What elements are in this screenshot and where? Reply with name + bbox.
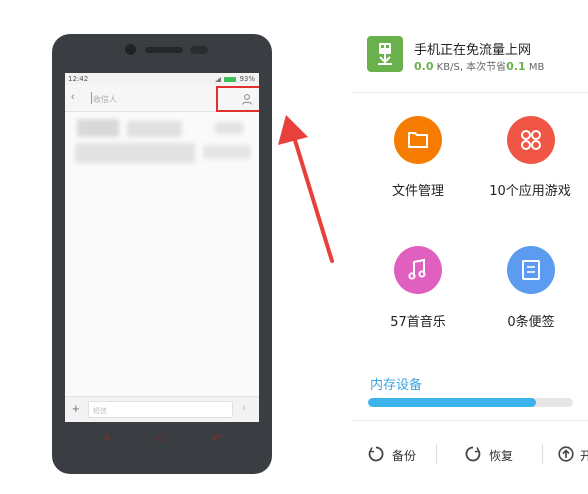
restore-icon[interactable] (465, 446, 481, 462)
connection-title: 手机正在免流量上网 (414, 43, 532, 58)
separator (436, 444, 437, 464)
home-key-icon[interactable]: ⌂ (157, 432, 164, 444)
file-manager-label: 文件管理 (391, 184, 444, 199)
divider (352, 92, 588, 93)
backup-button[interactable]: 备份 (392, 447, 416, 464)
upload-button[interactable]: 开 (580, 447, 588, 464)
send-arrow-icon[interactable]: › (242, 402, 246, 414)
status-bar: 12:42 93% (65, 73, 259, 85)
restore-button[interactable]: 恢复 (489, 447, 513, 464)
storage-progress-fill (368, 398, 537, 407)
sms-input[interactable]: 短信 (88, 401, 233, 418)
battery-icon (224, 76, 237, 82)
divider (352, 420, 588, 421)
menu-key-icon[interactable]: ≡ (104, 432, 110, 444)
connection-stats: 0.0 KB/S, 本次节省0.1 MB (414, 58, 544, 73)
apps-games-button[interactable] (507, 116, 555, 164)
separator (542, 444, 543, 464)
music-label: 57首音乐 (390, 315, 446, 330)
note-icon (522, 260, 540, 280)
notes-label: 0条便签 (507, 315, 555, 330)
music-note-icon (408, 258, 426, 280)
blurred-contact (127, 121, 182, 137)
file-manager-button[interactable] (394, 116, 442, 164)
music-button[interactable] (394, 246, 442, 294)
usb-drive-icon (367, 36, 403, 72)
blurred-contact (203, 145, 251, 159)
blurred-contact (75, 143, 195, 163)
phone-screen: 12:42 93% ‹ 收信人 + 短信 › (65, 73, 259, 422)
status-time: 12:42 (68, 75, 89, 83)
notes-button[interactable] (507, 246, 555, 294)
recipient-input[interactable]: 收信人 (93, 94, 117, 105)
blurred-contact (215, 122, 243, 134)
blurred-contact (77, 119, 119, 137)
storage-progress-bar (368, 398, 573, 407)
upload-icon[interactable] (558, 446, 574, 462)
apps-games-label: 10个应用游戏 (489, 184, 571, 199)
battery-percent: 93% (239, 75, 255, 83)
phone-speaker (145, 47, 183, 53)
apps-grid-icon (521, 130, 541, 150)
storage-label[interactable]: 内存设备 (370, 374, 422, 393)
saved-unit: MB (525, 62, 545, 73)
back-key-icon[interactable]: ↶ (212, 432, 221, 445)
plus-icon[interactable]: + (72, 401, 80, 416)
back-arrow-icon[interactable]: ‹ (71, 91, 75, 103)
phone-camera (125, 44, 136, 55)
saved-value: 0.1 (506, 60, 526, 73)
speed-value: 0.0 (414, 60, 434, 73)
compose-bar: + 短信 › (65, 396, 259, 422)
speed-unit: KB/S, 本次节省 (433, 62, 507, 73)
text-caret (91, 92, 92, 104)
signal-icon (215, 76, 222, 82)
add-contact-icon[interactable] (240, 92, 254, 106)
backup-icon[interactable] (368, 446, 384, 462)
folder-icon (408, 132, 428, 148)
annotation-arrow (278, 115, 334, 263)
phone-sensor (190, 46, 208, 54)
